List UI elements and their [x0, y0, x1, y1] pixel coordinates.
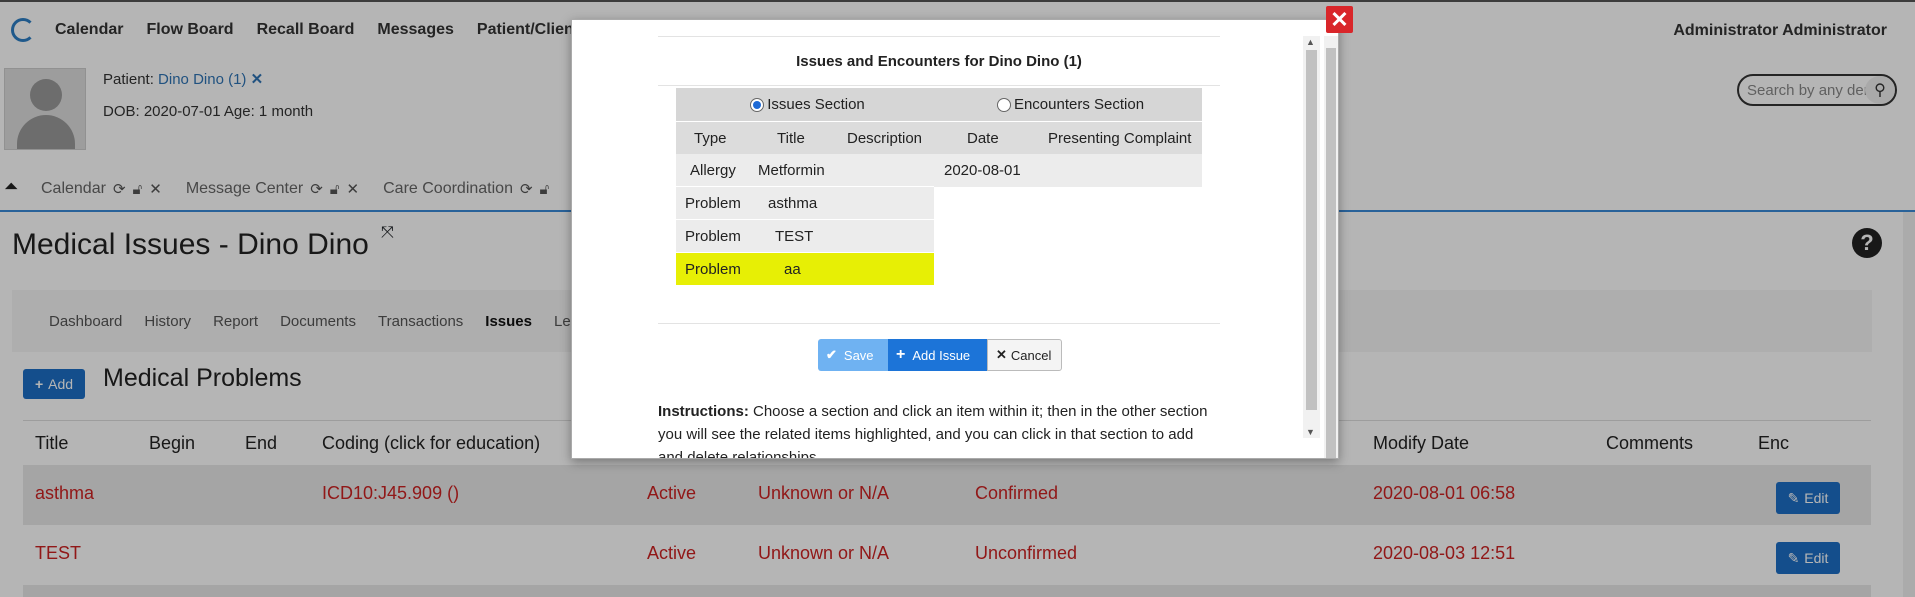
- outer-scrollbar[interactable]: [1324, 36, 1338, 458]
- scroll-thumb[interactable]: [1326, 48, 1336, 458]
- col-description: Description: [847, 130, 923, 147]
- col-title: Title: [777, 130, 805, 147]
- scroll-down-icon[interactable]: ▼: [1306, 427, 1315, 437]
- issue-title: TEST: [775, 228, 814, 245]
- issue-title: asthma: [768, 195, 818, 212]
- instructions-text: Instructions: Choose a section and click…: [658, 400, 1220, 458]
- col-date: Date: [967, 130, 999, 147]
- cancel-button[interactable]: ✕ Cancel: [987, 339, 1062, 371]
- issues-encounters-modal: Issues and Encounters for Dino Dino (1) …: [571, 19, 1339, 459]
- issue-row[interactable]: Problem asthma: [676, 187, 1202, 220]
- issue-type: Problem: [685, 261, 741, 278]
- issue-row[interactable]: Allergy Metformin 2020-08-01: [676, 154, 1202, 187]
- divider: [658, 323, 1220, 324]
- inner-scrollbar[interactable]: ▲ ▼: [1303, 36, 1320, 438]
- issues-section-radio[interactable]: Issues Section: [676, 88, 939, 121]
- save-label: Save: [843, 347, 874, 363]
- issue-type: Problem: [685, 228, 741, 245]
- section-selector: Issues Section Encounters Section: [676, 88, 1202, 121]
- radio-checked-icon[interactable]: [750, 97, 765, 112]
- plus-icon: +: [896, 346, 906, 363]
- col-presenting-complaint: Presenting Complaint: [1048, 130, 1192, 147]
- issue-type: Problem: [685, 195, 741, 212]
- issues-section-label: Issues Section: [767, 96, 865, 113]
- add-issue-label: Add Issue: [912, 347, 971, 363]
- modal-title: Issues and Encounters for Dino Dino (1): [658, 36, 1220, 86]
- issue-title: aa: [784, 261, 801, 278]
- issue-row[interactable]: Problem TEST: [676, 220, 1202, 253]
- add-issue-button[interactable]: + Add Issue: [888, 339, 987, 371]
- issue-title: Metformin: [758, 162, 825, 179]
- check-icon: ✔: [826, 347, 837, 362]
- modal-button-group: ✔ Save + Add Issue ✕ Cancel: [818, 339, 1062, 371]
- save-button[interactable]: ✔ Save: [818, 339, 888, 371]
- issue-type: Allergy: [690, 162, 736, 179]
- encounters-section-label: Encounters Section: [1013, 96, 1145, 113]
- issues-encounters-grid: Issues Section Encounters Section Type T…: [676, 88, 1202, 286]
- close-icon: ✕: [996, 347, 1007, 362]
- modal-close-icon[interactable]: ✕: [1326, 6, 1353, 33]
- cancel-label: Cancel: [1010, 347, 1052, 363]
- scroll-thumb[interactable]: [1306, 50, 1317, 410]
- grid-column-headers: Type Title Description Date Presenting C…: [676, 121, 1202, 154]
- instructions-label: Instructions:: [658, 403, 749, 420]
- modal-content: Issues and Encounters for Dino Dino (1) …: [658, 36, 1220, 458]
- scroll-up-icon[interactable]: ▲: [1306, 37, 1315, 47]
- encounters-section-radio[interactable]: Encounters Section: [939, 88, 1202, 121]
- encounter-date: 2020-08-01: [944, 162, 1021, 179]
- issue-row-highlighted[interactable]: Problem aa: [676, 253, 1202, 286]
- col-type: Type: [694, 130, 727, 147]
- radio-unchecked-icon[interactable]: [996, 97, 1011, 112]
